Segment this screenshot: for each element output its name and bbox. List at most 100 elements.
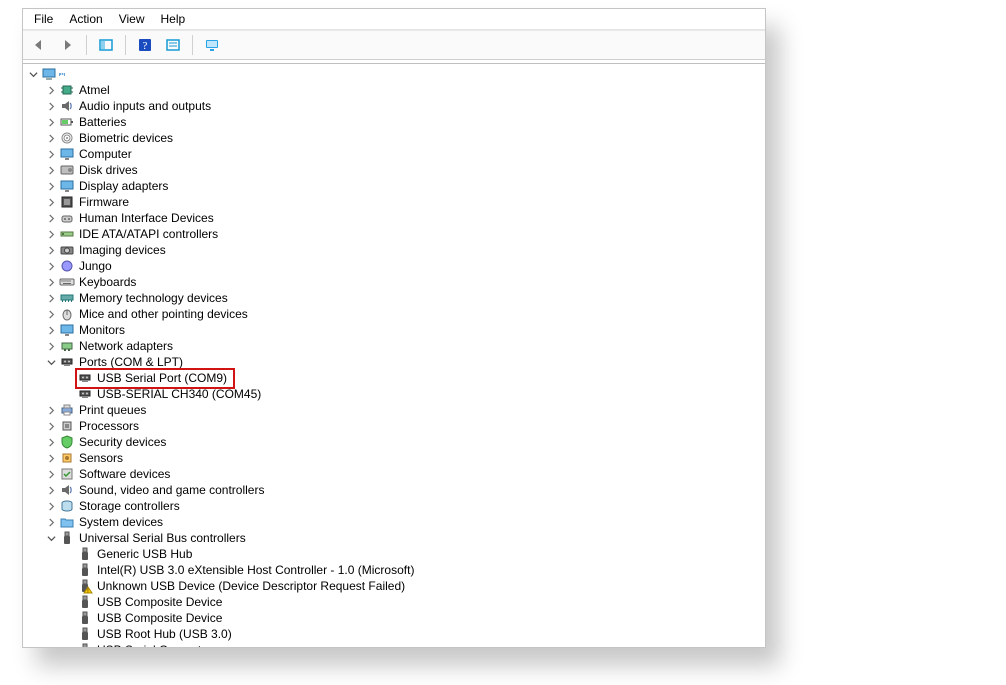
properties-button[interactable] — [161, 33, 185, 57]
expand-icon[interactable] — [45, 484, 57, 496]
expand-icon[interactable] — [45, 84, 57, 96]
tree-item-ide[interactable]: IDE ATA/ATAPI controllers — [45, 226, 765, 242]
expand-icon[interactable] — [45, 132, 57, 144]
collapse-icon[interactable] — [45, 356, 57, 368]
tree-item-usb_hub[interactable]: Generic USB Hub — [63, 546, 765, 562]
menu-help[interactable]: Help — [154, 11, 193, 27]
tree-item-firmware[interactable]: Firmware — [45, 194, 765, 210]
tree-item-label: Storage controllers — [79, 498, 180, 514]
menu-file[interactable]: File — [27, 11, 60, 27]
toolbar-separator — [125, 35, 126, 55]
usb-icon — [77, 562, 93, 578]
tree-item-usb_comp2[interactable]: USB Composite Device — [63, 610, 765, 626]
tree-item-label: Monitors — [79, 322, 125, 338]
tree-item-label: Generic USB Hub — [97, 546, 192, 562]
console-tree-button[interactable] — [94, 33, 118, 57]
tree-item-batteries[interactable]: Batteries — [45, 114, 765, 130]
tree-item-memtech[interactable]: Memory technology devices — [45, 290, 765, 306]
tree-item-label: USB Composite Device — [97, 594, 222, 610]
scan-hardware-button[interactable] — [200, 33, 224, 57]
expand-icon[interactable] — [45, 116, 57, 128]
expand-icon[interactable] — [45, 308, 57, 320]
menu-action[interactable]: Action — [62, 11, 109, 27]
expand-icon[interactable] — [45, 196, 57, 208]
expand-icon[interactable] — [45, 228, 57, 240]
tree-item-usb_comp1[interactable]: USB Composite Device — [63, 594, 765, 610]
tree-item-sensors[interactable]: Sensors — [45, 450, 765, 466]
expand-icon[interactable] — [45, 420, 57, 432]
tree-item-label: Universal Serial Bus controllers — [79, 530, 246, 546]
tree-item-label: Intel(R) USB 3.0 eXtensible Host Control… — [97, 562, 414, 578]
expand-icon[interactable] — [45, 468, 57, 480]
expand-icon[interactable] — [45, 436, 57, 448]
soft-icon — [59, 466, 75, 482]
tree-item-mice[interactable]: Mice and other pointing devices — [45, 306, 765, 322]
tree-item-imaging[interactable]: Imaging devices — [45, 242, 765, 258]
tree-item-netadapt[interactable]: Network adapters — [45, 338, 765, 354]
menu-view[interactable]: View — [112, 11, 152, 27]
tree-item-display[interactable]: Display adapters — [45, 178, 765, 194]
svg-text:?: ? — [143, 40, 148, 52]
help-button[interactable]: ? — [133, 33, 157, 57]
expand-icon[interactable] — [45, 324, 57, 336]
tree-item-printq[interactable]: Print queues — [45, 402, 765, 418]
printer-icon — [59, 402, 75, 418]
monitor-icon — [59, 146, 75, 162]
expand-icon[interactable] — [45, 164, 57, 176]
tree-item-label: IDE ATA/ATAPI controllers — [79, 226, 218, 242]
tree-item-soft[interactable]: Software devices — [45, 466, 765, 482]
tree-item-jungo[interactable]: Jungo — [45, 258, 765, 274]
forward-button[interactable] — [55, 33, 79, 57]
tree-item-usb[interactable]: Universal Serial Bus controllers — [45, 530, 765, 546]
expand-icon[interactable] — [45, 516, 57, 528]
tree-item-atmel[interactable]: Atmel — [45, 82, 765, 98]
expand-icon[interactable] — [45, 340, 57, 352]
tree-item-label: Atmel — [79, 82, 110, 98]
port-icon — [77, 386, 93, 402]
tree-item-port_ch340[interactable]: USB-SERIAL CH340 (COM45) — [63, 386, 765, 402]
collapse-icon[interactable] — [27, 68, 39, 80]
tree-item-hid[interactable]: Human Interface Devices — [45, 210, 765, 226]
expand-icon[interactable] — [45, 212, 57, 224]
tree-item-port_usb9[interactable]: USB Serial Port (COM9) — [63, 370, 765, 386]
tree-root[interactable] — [27, 66, 765, 82]
expand-icon[interactable] — [45, 260, 57, 272]
expand-icon[interactable] — [45, 292, 57, 304]
expand-icon[interactable] — [45, 500, 57, 512]
tree-item-sec[interactable]: Security devices — [45, 434, 765, 450]
tree-item-usb_serial[interactable]: USB Serial Converter — [63, 642, 765, 647]
expand-icon[interactable] — [45, 276, 57, 288]
tree-item-sysdev[interactable]: System devices — [45, 514, 765, 530]
tree-item-proc[interactable]: Processors — [45, 418, 765, 434]
tree-item-keyboards[interactable]: Keyboards — [45, 274, 765, 290]
hid-icon — [59, 210, 75, 226]
firmware-icon — [59, 194, 75, 210]
expand-icon[interactable] — [45, 148, 57, 160]
usbwarn-icon: ! — [77, 578, 93, 594]
expand-icon[interactable] — [45, 404, 57, 416]
tree-item-label: Biometric devices — [79, 130, 173, 146]
tree-item-usb_xhci[interactable]: Intel(R) USB 3.0 eXtensible Host Control… — [63, 562, 765, 578]
tree-item-label: USB Composite Device — [97, 610, 222, 626]
tree-item-label: Jungo — [79, 258, 112, 274]
tree-item-disk[interactable]: Disk drives — [45, 162, 765, 178]
tree-item-storage[interactable]: Storage controllers — [45, 498, 765, 514]
tree-item-monitors[interactable]: Monitors — [45, 322, 765, 338]
tree-item-label: Sensors — [79, 450, 123, 466]
back-button[interactable] — [27, 33, 51, 57]
tree-item-computer[interactable]: Computer — [45, 146, 765, 162]
expand-icon[interactable] — [45, 244, 57, 256]
collapse-icon[interactable] — [45, 532, 57, 544]
device-manager-window: File Action View Help — [22, 8, 766, 648]
tree-item-usb_root[interactable]: USB Root Hub (USB 3.0) — [63, 626, 765, 642]
tree-item-svg[interactable]: Sound, video and game controllers — [45, 482, 765, 498]
jungo-icon — [59, 258, 75, 274]
tree-item-usb_unknown[interactable]: !Unknown USB Device (Device Descriptor R… — [63, 578, 765, 594]
tree-item-audio[interactable]: Audio inputs and outputs — [45, 98, 765, 114]
device-tree[interactable]: AtmelAudio inputs and outputsBatteriesBi… — [23, 63, 765, 647]
expand-icon[interactable] — [45, 100, 57, 112]
tree-item-biometric[interactable]: Biometric devices — [45, 130, 765, 146]
expand-icon[interactable] — [45, 180, 57, 192]
tree-item-label: Memory technology devices — [79, 290, 228, 306]
expand-icon[interactable] — [45, 452, 57, 464]
